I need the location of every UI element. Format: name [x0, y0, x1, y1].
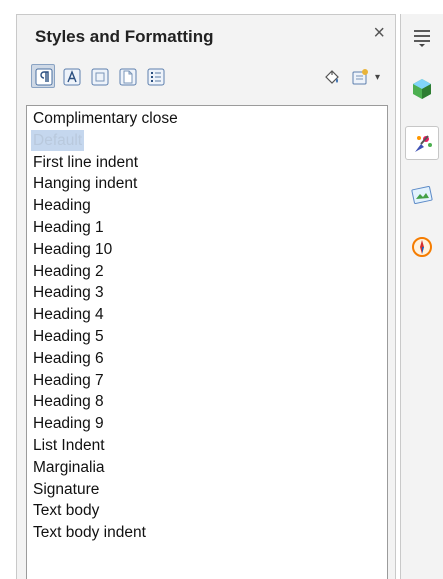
- sidebar-tab-gallery[interactable]: [405, 178, 439, 212]
- style-list-item[interactable]: Heading 3: [31, 282, 106, 303]
- list-styles-button[interactable]: [143, 64, 167, 88]
- style-list-item[interactable]: Heading 10: [31, 239, 114, 260]
- style-list-item[interactable]: Complimentary close: [31, 108, 180, 129]
- style-list-item[interactable]: List Indent: [31, 435, 107, 456]
- style-list-item[interactable]: Default: [31, 129, 85, 151]
- paragraph-styles-icon: [35, 68, 53, 86]
- gallery-icon: [411, 185, 433, 205]
- style-list-item[interactable]: Heading 6: [31, 348, 106, 369]
- style-list-item[interactable]: Signature: [31, 479, 101, 500]
- new-style-from-selection-button[interactable]: [347, 64, 371, 88]
- navigator-icon: [412, 237, 432, 257]
- style-list-item[interactable]: Heading 4: [31, 304, 106, 325]
- character-styles-icon: [63, 68, 81, 86]
- new-style-from-selection-icon: [352, 69, 368, 85]
- style-list-item[interactable]: Heading 2: [31, 261, 106, 282]
- style-list-item[interactable]: First line indent: [31, 152, 140, 173]
- fill-format-mode-icon: [325, 70, 339, 84]
- sidebar-tab-navigator[interactable]: [405, 230, 439, 264]
- styles-deck: Styles and Formatting × ▾ Complimentary …: [16, 14, 396, 579]
- style-list-item[interactable]: Heading: [31, 195, 93, 216]
- properties-icon: [413, 79, 431, 99]
- frame-styles-icon: [91, 68, 109, 86]
- styles-icon: [415, 135, 432, 152]
- sidebar-tab-bar: [400, 14, 443, 579]
- page-styles-button[interactable]: [115, 64, 139, 88]
- character-styles-button[interactable]: [59, 64, 83, 88]
- style-list-item[interactable]: Text body indent: [31, 522, 148, 543]
- style-list-item[interactable]: Heading 8: [31, 391, 106, 412]
- sidebar-menu-button[interactable]: [405, 20, 439, 54]
- styles-list[interactable]: Complimentary close Default First line ind…: [26, 105, 388, 579]
- sidebar-tab-properties[interactable]: [405, 72, 439, 106]
- style-list-item[interactable]: Heading 9: [31, 413, 106, 434]
- close-button[interactable]: ×: [373, 23, 385, 43]
- styles-actions-dropdown-icon[interactable]: ▾: [375, 72, 380, 83]
- style-list-item[interactable]: Heading 5: [31, 326, 106, 347]
- frame-styles-button[interactable]: [87, 64, 111, 88]
- fill-format-mode-button[interactable]: [319, 64, 343, 88]
- styles-toolbar: ▾: [31, 64, 386, 94]
- paragraph-styles-button[interactable]: [31, 64, 55, 88]
- sidebar-tab-styles[interactable]: [405, 126, 439, 160]
- style-list-item[interactable]: Heading 1: [31, 217, 106, 238]
- style-list-item[interactable]: Heading 7: [31, 370, 106, 391]
- hamburger-menu-icon: [414, 30, 430, 47]
- style-list-item[interactable]: Hanging indent: [31, 173, 139, 194]
- deck-title: Styles and Formatting: [35, 27, 214, 46]
- style-list-item[interactable]: Text body: [31, 500, 101, 521]
- style-list-item[interactable]: Marginalia: [31, 457, 107, 478]
- list-styles-icon: [147, 68, 165, 86]
- page-styles-icon: [119, 68, 137, 86]
